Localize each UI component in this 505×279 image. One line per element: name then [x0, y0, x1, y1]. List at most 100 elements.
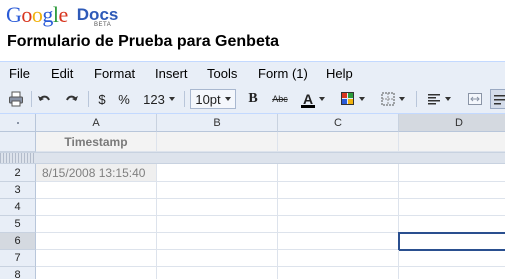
background-color-dropdown[interactable] — [338, 89, 368, 109]
chevron-down-icon — [319, 97, 325, 101]
print-icon — [9, 91, 23, 107]
cell-d1[interactable] — [399, 132, 505, 152]
toolbar-separator — [416, 91, 417, 107]
wrap-text-button[interactable] — [490, 89, 505, 109]
percent-format-button[interactable]: % — [114, 89, 134, 109]
text-color-icon: A — [302, 91, 314, 107]
cell-a1[interactable]: Timestamp — [36, 132, 157, 152]
cell-c1[interactable] — [278, 132, 399, 152]
borders-icon — [381, 92, 395, 106]
menu-edit[interactable]: Edit — [51, 66, 73, 81]
cell-b2[interactable] — [157, 164, 278, 182]
cell-b1[interactable] — [157, 132, 278, 152]
active-cell-selection[interactable] — [398, 232, 505, 251]
menu-bar: File Edit Format Insert Tools Form (1) H… — [0, 61, 505, 85]
row-header-6[interactable]: 6 — [0, 233, 36, 250]
text-color-swatch — [301, 105, 315, 108]
cell-d5[interactable] — [399, 216, 505, 233]
logo-letter-e: e — [58, 2, 69, 27]
cell-d2[interactable] — [399, 164, 505, 182]
select-all-corner[interactable] — [0, 114, 36, 132]
logo-letter-o1: o — [21, 2, 32, 27]
row-header-5[interactable]: 5 — [0, 216, 36, 233]
redo-icon — [66, 95, 78, 101]
cell-c5[interactable] — [278, 216, 399, 233]
cell-b4[interactable] — [157, 199, 278, 216]
toolbar-separator — [88, 91, 89, 107]
strikethrough-button[interactable]: Abc — [268, 89, 292, 109]
freeze-divider[interactable] — [0, 152, 505, 164]
merge-cells-icon — [468, 93, 482, 105]
google-docs-logo[interactable]: Google Docs BETA — [6, 2, 118, 32]
cell-c2[interactable] — [278, 164, 399, 182]
print-button[interactable] — [6, 89, 26, 109]
cell-a8[interactable] — [36, 267, 157, 279]
undo-icon — [38, 95, 50, 101]
cell-d3[interactable] — [399, 182, 505, 199]
menu-form[interactable]: Form (1) — [258, 66, 308, 81]
cell-b5[interactable] — [157, 216, 278, 233]
cell-b6[interactable] — [157, 233, 278, 250]
wrap-text-icon — [494, 95, 505, 105]
menu-format[interactable]: Format — [94, 66, 135, 81]
cell-c6[interactable] — [278, 233, 399, 250]
cell-b7[interactable] — [157, 250, 278, 267]
menu-help[interactable]: Help — [326, 66, 353, 81]
menu-file[interactable]: File — [9, 66, 30, 81]
chevron-down-icon — [359, 97, 365, 101]
background-color-icon — [341, 92, 354, 105]
column-header-c[interactable]: C — [278, 114, 399, 132]
font-size-dropdown[interactable]: 10pt — [190, 89, 236, 109]
column-header-b[interactable]: B — [157, 114, 278, 132]
cell-d8[interactable] — [399, 267, 505, 279]
cell-a7[interactable] — [36, 250, 157, 267]
align-dropdown[interactable] — [422, 89, 456, 109]
google-wordmark: Google — [6, 2, 73, 27]
chevron-down-icon — [168, 97, 175, 101]
cell-a4[interactable] — [36, 199, 157, 216]
row-header-7[interactable]: 7 — [0, 250, 36, 267]
corner-dot — [17, 122, 19, 124]
currency-format-button[interactable]: $ — [93, 89, 111, 109]
cell-a3[interactable] — [36, 182, 157, 199]
cell-d7[interactable] — [399, 250, 505, 267]
cell-a2[interactable]: 8/15/2008 13:15:40 — [36, 164, 157, 182]
menu-insert[interactable]: Insert — [155, 66, 188, 81]
merge-cells-button[interactable] — [464, 89, 486, 109]
redo-button[interactable] — [62, 89, 82, 109]
cell-d4[interactable] — [399, 199, 505, 216]
logo-letter-g2: g — [42, 2, 53, 27]
freeze-handle[interactable] — [0, 153, 36, 163]
beta-label: BETA — [94, 22, 112, 28]
cell-c4[interactable] — [278, 199, 399, 216]
cell-b8[interactable] — [157, 267, 278, 279]
row-header-4[interactable]: 4 — [0, 199, 36, 216]
column-header-d[interactable]: D — [399, 114, 505, 132]
cell-a6[interactable] — [36, 233, 157, 250]
cell-a5[interactable] — [36, 216, 157, 233]
logo-letter-g: G — [6, 2, 22, 27]
borders-dropdown[interactable] — [378, 89, 408, 109]
chevron-down-icon — [224, 97, 231, 101]
cell-c8[interactable] — [278, 267, 399, 279]
cell-c3[interactable] — [278, 182, 399, 199]
row-header-1[interactable] — [0, 132, 36, 152]
font-size-label: 10pt — [195, 91, 221, 107]
chevron-down-icon — [445, 97, 451, 101]
logo-letter-o2: o — [31, 2, 43, 27]
row-header-2[interactable]: 2 — [0, 164, 36, 182]
row-header-8[interactable]: 8 — [0, 267, 36, 279]
column-header-a[interactable]: A — [36, 114, 157, 132]
chevron-down-icon — [399, 97, 405, 101]
cell-b3[interactable] — [157, 182, 278, 199]
document-title[interactable]: Formulario de Prueba para Genbeta — [7, 33, 279, 51]
toolbar: $ % 123 10pt B Abc A — [0, 85, 505, 114]
undo-button[interactable] — [34, 89, 54, 109]
toolbar-separator — [31, 91, 32, 107]
cell-c7[interactable] — [278, 250, 399, 267]
number-format-label: 123 — [143, 91, 165, 107]
row-header-3[interactable]: 3 — [0, 182, 36, 199]
bold-button[interactable]: B — [244, 89, 262, 109]
menu-tools[interactable]: Tools — [207, 66, 237, 81]
number-format-dropdown[interactable]: 123 — [140, 89, 178, 109]
